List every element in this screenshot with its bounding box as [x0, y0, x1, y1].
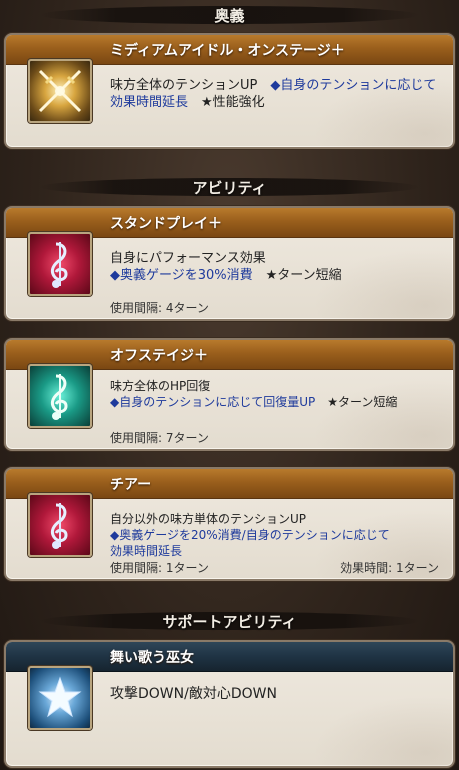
desc-note: ★ターン短縮	[252, 268, 342, 283]
desc-note: ★ターン短縮	[315, 395, 398, 409]
section-title: サポートアビリティ	[162, 612, 297, 631]
ougi-card[interactable]: ミディアムアイドル・オンステージ＋ 味方全体のテンションUP ◆自身のテンション…	[4, 33, 455, 149]
blue-star-icon	[28, 666, 92, 730]
desc-text: 味方全体のテンションUP	[110, 78, 271, 93]
card-title: 舞い歌う巫女	[110, 650, 194, 666]
desc-text: 自身にパフォーマンス効果	[110, 251, 266, 266]
crossed-swords-icon	[28, 59, 92, 123]
ability-card[interactable]: オフステイジ＋ 味方全体のHP回復 ◆自身のテンションに応じて回復量UP ★ター…	[4, 338, 455, 451]
card-title: ミディアムアイドル・オンステージ＋	[110, 43, 345, 59]
ability-card[interactable]: スタンドプレイ＋ 自身にパフォーマンス効果 ◆奥義ゲージを30%消費 ★ターン短…	[4, 206, 455, 321]
cooldown-text: 使用間隔: 4ターン	[110, 301, 209, 315]
desc-text: 自分以外の味方単体のテンションUP	[110, 512, 307, 526]
card-title: チアー	[110, 477, 152, 493]
duration-text: 効果時間: 1ターン	[340, 561, 439, 575]
section-header-ougi: 奥義	[0, 0, 459, 30]
support-ability-card[interactable]: 舞い歌う巫女 攻撃DOWN/敵対心DOWN	[4, 640, 455, 768]
card-title: スタンドプレイ＋	[110, 216, 222, 232]
desc-highlight: 効果時間延長	[110, 544, 183, 558]
section-header-support: サポートアビリティ	[0, 606, 459, 636]
section-title: 奥義	[214, 6, 245, 25]
section-header-ability: アビリティ	[0, 172, 459, 202]
card-description: 攻撃DOWN/敵対心DOWN	[110, 686, 441, 703]
card-description: 味方全体のHP回復 ◆自身のテンションに応じて回復量UP ★ターン短縮	[110, 378, 441, 410]
desc-highlight: ◆奥義ゲージを20%消費/自身のテンションに応じて	[110, 528, 390, 542]
teal-music-note-icon	[28, 364, 92, 428]
desc-text: 味方全体のHP回復	[110, 379, 211, 393]
desc-text: 攻撃DOWN/敵対心DOWN	[110, 686, 277, 702]
card-description: 自身にパフォーマンス効果 ◆奥義ゲージを30%消費 ★ターン短縮	[110, 250, 441, 284]
card-description: 自分以外の味方単体のテンションUP ◆奥義ゲージを20%消費/自身のテンションに…	[110, 511, 441, 559]
desc-highlight: ◆自身のテンションに応じて回復量UP	[110, 395, 316, 409]
card-description: 味方全体のテンションUP ◆自身のテンションに応じて効果時間延長 ★性能強化	[110, 77, 441, 111]
card-title: オフステイジ＋	[110, 348, 208, 364]
red-music-note-icon	[28, 232, 92, 296]
section-title: アビリティ	[192, 178, 267, 197]
cooldown-text: 使用間隔: 7ターン	[110, 431, 209, 445]
red-music-note-icon	[28, 493, 92, 557]
cooldown-text: 使用間隔: 1ターン	[110, 561, 209, 575]
desc-highlight: ◆奥義ゲージを30%消費	[110, 268, 253, 283]
desc-note: ★性能強化	[188, 95, 265, 110]
ability-card[interactable]: チアー 自分以外の味方単体のテンションUP ◆奥義ゲージを20%消費/自身のテン…	[4, 467, 455, 581]
